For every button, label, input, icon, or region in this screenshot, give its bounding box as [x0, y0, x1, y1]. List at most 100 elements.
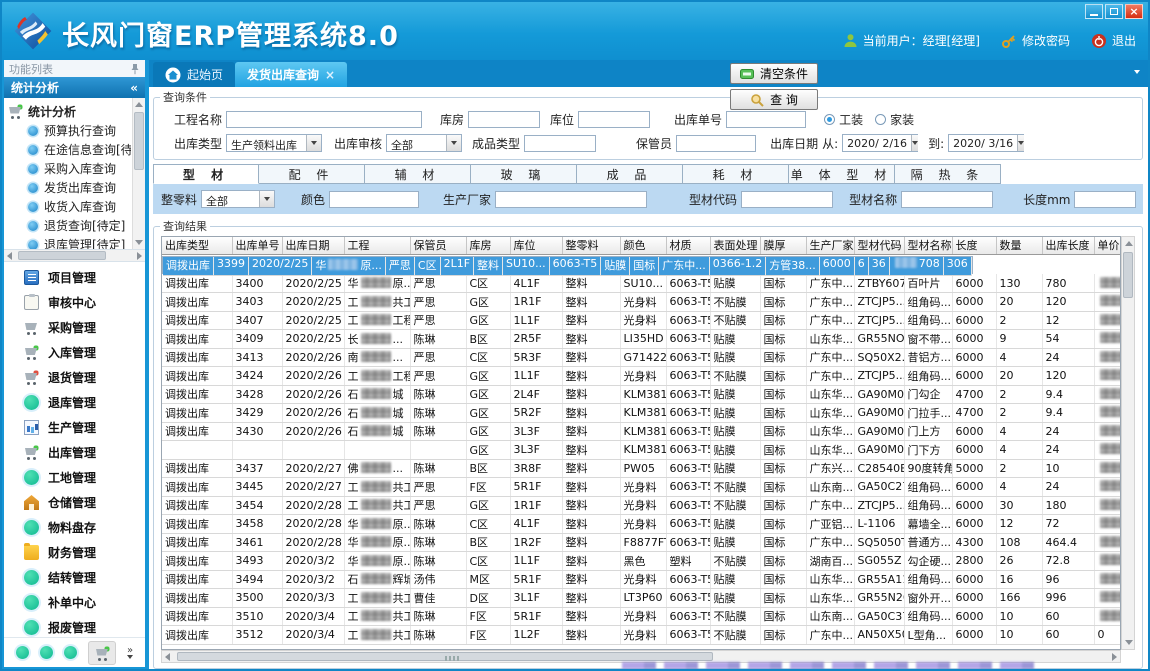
material-tab[interactable]: 配 件 — [259, 164, 365, 184]
tree-item[interactable]: 采购入库查询 — [8, 159, 131, 178]
scroll-down-icon[interactable] — [1125, 640, 1133, 645]
column-header[interactable]: 工程 — [344, 237, 410, 254]
material-tab[interactable]: 隔 热 条 — [895, 164, 1001, 184]
radio-jiazhuang[interactable]: 家装 — [875, 111, 914, 128]
collapse-icon[interactable]: « — [130, 81, 138, 95]
scroll-down-icon[interactable] — [135, 240, 143, 245]
select-button[interactable] — [259, 191, 274, 207]
column-header[interactable]: 长度 — [952, 237, 996, 254]
radio-gongzhuang[interactable]: 工装 — [824, 111, 863, 128]
table-row[interactable]: 调拨出库34132020/2/26南...严思C区5R3F整料G71422606… — [162, 348, 1121, 367]
tree-horizontal-scrollbar[interactable] — [4, 250, 145, 262]
column-header[interactable]: 出库类型 — [162, 237, 232, 254]
scroll-up-icon[interactable] — [1125, 241, 1133, 246]
scroll-up-icon[interactable] — [135, 102, 143, 107]
cart-module-button[interactable] — [88, 641, 116, 665]
table-row[interactable]: 调拨出库34242020/2/26工工程严思G区1L1F整料光身料6063-T5… — [162, 367, 1121, 386]
factory-input[interactable] — [495, 191, 647, 208]
sidebar-item-inbound[interactable]: 入库管理 — [4, 340, 145, 365]
maximize-button[interactable] — [1105, 4, 1123, 19]
column-header[interactable]: 保管员 — [410, 237, 466, 254]
warehouse-input[interactable] — [468, 111, 540, 128]
tree-item[interactable]: 退库管理[待定] — [8, 235, 131, 250]
table-vertical-scrollbar[interactable] — [1121, 236, 1135, 650]
sidebar-item-site[interactable]: 工地管理 — [4, 465, 145, 490]
table-row[interactable]: 调拨出库34612020/2/28华原...陈琳B区1R2F整料F8877FT6… — [162, 533, 1121, 552]
material-tab[interactable]: 辅 材 — [365, 164, 471, 184]
column-header[interactable]: 型材名称 — [904, 237, 952, 254]
sidebar-item-finance[interactable]: 财务管理 — [4, 540, 145, 565]
column-header[interactable]: 型材代码 — [854, 237, 904, 254]
length-input[interactable] — [1074, 191, 1136, 208]
location-input[interactable] — [578, 111, 650, 128]
scroll-left-icon[interactable] — [165, 653, 170, 661]
column-header[interactable]: 库房 — [466, 237, 510, 254]
table-row[interactable]: 调拨出库34002020/2/25华原...严思C区4L1F整料SU10...6… — [162, 274, 1121, 293]
sidebar-item-warehouse[interactable]: 仓储管理 — [4, 490, 145, 515]
close-button[interactable]: × — [1125, 4, 1143, 19]
order-no-input[interactable] — [726, 111, 806, 128]
sidebar-overflow-button[interactable]: » — [127, 647, 133, 659]
column-header[interactable]: 膜厚 — [760, 237, 806, 254]
sidebar-item-inventory[interactable]: 物料盘存 — [4, 515, 145, 540]
logout-button[interactable]: 退出 — [1091, 32, 1136, 49]
keeper-input[interactable] — [676, 135, 756, 152]
out-type-select[interactable]: 生产领料出库 — [226, 134, 322, 152]
sidebar-item-returns[interactable]: 退货管理 — [4, 365, 145, 390]
select-button[interactable] — [1017, 135, 1024, 151]
select-button[interactable] — [446, 135, 461, 151]
column-header[interactable]: 数量 — [996, 237, 1042, 254]
scrollbar-thumb[interactable] — [134, 112, 144, 170]
material-tab[interactable]: 成 品 — [577, 164, 683, 184]
module-dot-icon[interactable] — [40, 646, 53, 659]
table-row[interactable]: 调拨出库34032020/2/25工共工程严思G区1R1F整料光身料6063-T… — [162, 293, 1121, 312]
change-password-button[interactable]: 修改密码 — [1001, 32, 1070, 49]
sidebar-item-purchase[interactable]: 采购管理 — [4, 315, 145, 340]
tree-vertical-scrollbar[interactable] — [132, 98, 145, 249]
color-input[interactable] — [329, 191, 419, 208]
profile-code-input[interactable] — [741, 191, 833, 208]
table-row[interactable]: 调拨出库34942020/3/2石辉城汤伟M区5R1F整料光身料6063-T5贴… — [162, 570, 1121, 589]
table-row[interactable]: 调拨出库34542020/2/28工共工程严思G区1R1F整料光身料6063-T… — [162, 496, 1121, 515]
table-row[interactable]: 调拨出库34932020/3/2华原...陈琳C区1L1F整料黑色塑料不贴膜国标… — [162, 552, 1121, 571]
tree-item[interactable]: 发货出库查询 — [8, 178, 131, 197]
table-row[interactable]: 调拨出库34582020/2/28华原...陈琳C区4L1F整料光身料6063-… — [162, 515, 1121, 534]
column-header[interactable]: 生产厂家 — [806, 237, 854, 254]
table-row[interactable]: 调拨出库33992020/2/25华原...严思C区2L1F整料SU10...6… — [162, 256, 973, 274]
tree-item[interactable]: 收货入库查询 — [8, 197, 131, 216]
date-to-select[interactable]: 2020/ 3/16 — [948, 134, 1024, 152]
tree-item[interactable]: 预算执行查询 — [8, 121, 131, 140]
select-button[interactable] — [911, 135, 918, 151]
tree-item[interactable]: 在途信息查询[待 — [8, 140, 131, 159]
sidebar-item-supplement[interactable]: 补单中心 — [4, 590, 145, 615]
project-name-input[interactable] — [226, 111, 422, 128]
sidebar-section-header[interactable]: 统计分析 « — [4, 77, 145, 98]
clear-conditions-button[interactable]: 清空条件 — [730, 63, 818, 84]
scrollbar-thumb[interactable] — [1123, 252, 1133, 298]
material-tab[interactable]: 玻 璃 — [471, 164, 577, 184]
scroll-right-icon[interactable] — [1112, 653, 1117, 661]
table-row[interactable]: 调拨出库35002020/3/3工共工程曹佳D区3L1F整料LT3P606063… — [162, 589, 1121, 608]
material-tab[interactable]: 耗 材 — [683, 164, 789, 184]
sidebar-item-production[interactable]: 生产管理 — [4, 415, 145, 440]
sidebar-item-carryover[interactable]: 结转管理 — [4, 565, 145, 590]
minimize-button[interactable] — [1085, 4, 1103, 19]
column-header[interactable]: 出库单号 — [232, 237, 282, 254]
tab-overflow-icon[interactable] — [1134, 70, 1140, 74]
scrollbar-thumb[interactable] — [18, 251, 106, 260]
table-row[interactable]: 调拨出库34072020/2/25工工程严思G区1L1F整料光身料6063-T5… — [162, 311, 1121, 330]
column-header[interactable]: 表面处理 — [710, 237, 760, 254]
sidebar-item-project[interactable]: 项目管理 — [4, 265, 145, 290]
select-button[interactable] — [306, 135, 321, 151]
sidebar-item-audit-center[interactable]: 审核中心 — [4, 290, 145, 315]
table-row[interactable]: 调拨出库34372020/2/27佛...陈琳B区3R8F整料PW056063-… — [162, 459, 1121, 478]
date-from-select[interactable]: 2020/ 2/16 — [842, 134, 918, 152]
column-header[interactable]: 颜色 — [620, 237, 666, 254]
column-header[interactable]: 单价 — [1094, 237, 1121, 254]
table-row[interactable]: 调拨出库34302020/2/26石城陈琳G区3L3F整料KLM38176063… — [162, 422, 1121, 441]
column-header[interactable]: 出库日期 — [282, 237, 344, 254]
profile-name-input[interactable] — [901, 191, 993, 208]
column-header[interactable]: 库位 — [510, 237, 562, 254]
tab-close-icon[interactable]: × — [325, 68, 335, 82]
table-row[interactable]: 调拨出库34282020/2/26石城陈琳G区2L4F整料KLM38176063… — [162, 385, 1121, 404]
